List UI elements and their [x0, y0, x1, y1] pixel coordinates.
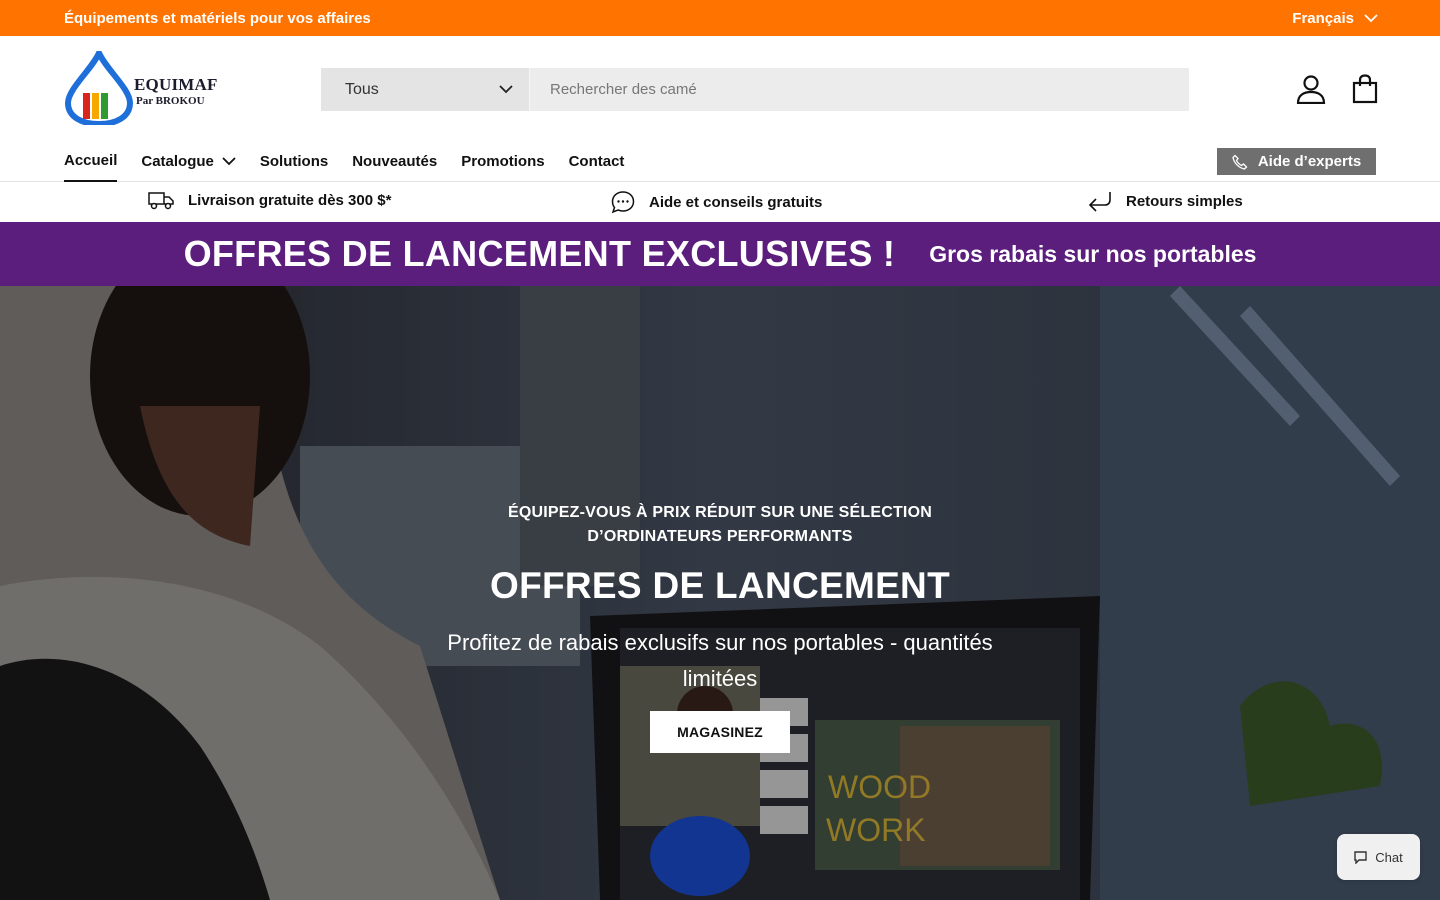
- perk-label: Aide et conseils gratuits: [649, 193, 823, 211]
- chat-button[interactable]: Chat: [1337, 834, 1420, 880]
- expert-help-button[interactable]: Aide d’experts: [1217, 148, 1376, 175]
- logo-brand: EQUIMAF: [134, 75, 218, 94]
- nav-item-catalogue[interactable]: Catalogue: [141, 142, 236, 182]
- announcement-text: Équipements et matériels pour vos affair…: [64, 9, 371, 27]
- nav-item-label: Catalogue: [141, 153, 214, 170]
- logo-drop-icon: [64, 51, 134, 125]
- search-category-select[interactable]: Tous: [321, 68, 530, 111]
- announcement-bar: Équipements et matériels pour vos affair…: [0, 0, 1440, 36]
- logo[interactable]: EQUIMAF Par BROKOU: [64, 51, 218, 125]
- perk-label: Livraison gratuite dès 300 $*: [188, 191, 392, 209]
- hero-eyebrow: ÉQUIPEZ-VOUS À PRIX RÉDUIT SUR UNE SÉLEC…: [508, 504, 932, 545]
- nav-item-label: Accueil: [64, 152, 118, 169]
- promo-banner[interactable]: OFFRES DE LANCEMENT EXCLUSIVES ! Gros ra…: [0, 222, 1440, 286]
- chat-bubble-icon: [611, 191, 635, 214]
- chevron-down-icon: [1364, 13, 1378, 22]
- perk-free-shipping: Livraison gratuite dès 300 $*: [148, 190, 391, 210]
- nav-item-label: Promotions: [461, 153, 545, 170]
- promo-subline: Gros rabais sur nos portables: [929, 240, 1257, 267]
- search-input[interactable]: [530, 68, 1189, 111]
- hero-title: OFFRES DE LANCEMENT: [490, 565, 950, 606]
- nav-item-contact[interactable]: Contact: [569, 142, 625, 182]
- chevron-down-icon: [499, 85, 513, 94]
- shop-now-button[interactable]: MAGASINEZ: [650, 711, 790, 753]
- hero-description: Profitez de rabais exclusifs sur nos por…: [447, 630, 993, 691]
- nav-item-nouveautes[interactable]: Nouveautés: [352, 142, 437, 182]
- nav-item-promotions[interactable]: Promotions: [461, 142, 544, 182]
- phone-icon: [1232, 154, 1248, 170]
- nav-item-accueil[interactable]: Accueil: [64, 142, 118, 182]
- logo-subtitle: Par BROKOU: [136, 95, 205, 107]
- perk-easy-returns: Retours simples: [1088, 190, 1243, 212]
- promo-headline: OFFRES DE LANCEMENT EXCLUSIVES !: [183, 233, 896, 274]
- main-navigation: Accueil Catalogue Solutions Nouveautés P…: [0, 142, 1440, 182]
- search-bar: Tous: [321, 68, 1189, 111]
- nav-item-label: Contact: [568, 153, 625, 170]
- language-label: Français: [1292, 9, 1354, 27]
- perk-label: Retours simples: [1126, 192, 1243, 210]
- perk-free-advice: Aide et conseils gratuits: [611, 190, 822, 214]
- account-icon[interactable]: [1296, 74, 1326, 104]
- return-arrow-icon: [1088, 192, 1111, 212]
- hero-banner: WOOD WORK ÉQUIPEZ-VOUS À PRIX RÉDUIT SUR…: [0, 286, 1440, 900]
- hero-content: ÉQUIPEZ-VOUS À PRIX RÉDUIT SUR UNE SÉLEC…: [0, 501, 1440, 753]
- cart-bag-icon[interactable]: [1352, 74, 1378, 104]
- truck-icon: [148, 192, 174, 210]
- nav-item-label: Nouveautés: [352, 153, 438, 170]
- chat-icon: [1354, 850, 1367, 864]
- expert-help-label: Aide d’experts: [1257, 153, 1362, 170]
- perks-bar: Livraison gratuite dès 300 $* Aide et co…: [0, 182, 1440, 222]
- chat-label: Chat: [1375, 849, 1403, 865]
- nav-item-solutions[interactable]: Solutions: [260, 142, 328, 182]
- language-selector[interactable]: Français: [1292, 10, 1378, 27]
- site-header: EQUIMAF Par BROKOU Tous: [0, 36, 1440, 142]
- nav-item-label: Solutions: [259, 153, 329, 170]
- chevron-down-icon: [222, 157, 236, 166]
- search-category-label: Tous: [345, 80, 379, 98]
